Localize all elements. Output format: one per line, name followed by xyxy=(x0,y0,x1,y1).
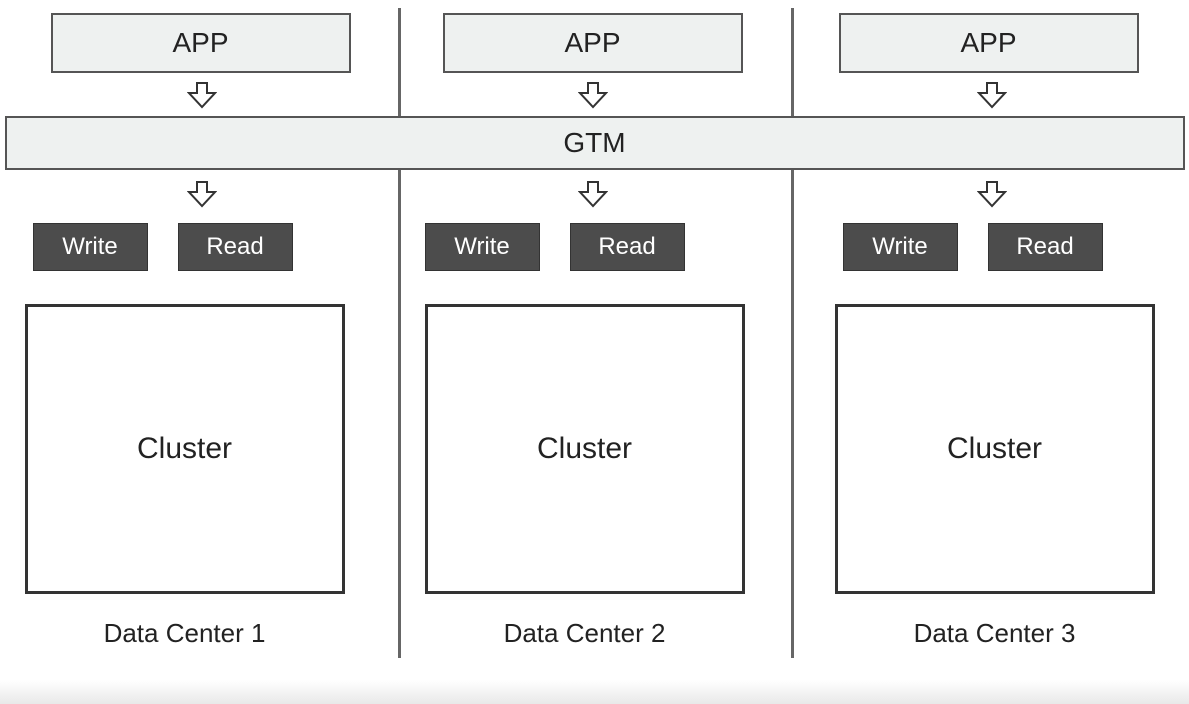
arrow-down-icon xyxy=(187,81,217,109)
app-box-dc2: APP xyxy=(443,13,743,73)
write-box: Write xyxy=(425,223,540,271)
app-box-dc1: APP xyxy=(51,13,351,73)
datacenter-label-3: Data Center 3 xyxy=(835,618,1155,649)
read-box: Read xyxy=(570,223,685,271)
app-label: APP xyxy=(960,27,1016,59)
write-box: Write xyxy=(843,223,958,271)
write-label: Write xyxy=(454,233,510,261)
arrow-down-icon xyxy=(578,180,608,208)
app-box-dc3: APP xyxy=(839,13,1139,73)
datacenter-label-1: Data Center 1 xyxy=(25,618,345,649)
read-label: Read xyxy=(206,233,263,261)
app-label: APP xyxy=(564,27,620,59)
read-label: Read xyxy=(1016,233,1073,261)
cluster-label: Cluster xyxy=(137,432,232,466)
read-box: Read xyxy=(988,223,1103,271)
datacenter-label-2: Data Center 2 xyxy=(425,618,745,649)
column-divider-1 xyxy=(398,8,401,658)
cluster-box-dc3: Cluster xyxy=(835,304,1155,594)
write-read-pair-dc2: Write Read xyxy=(425,223,685,271)
write-label: Write xyxy=(62,233,118,261)
read-box: Read xyxy=(178,223,293,271)
column-divider-2 xyxy=(791,8,794,658)
cluster-box-dc1: Cluster xyxy=(25,304,345,594)
arrow-down-icon xyxy=(977,81,1007,109)
write-box: Write xyxy=(33,223,148,271)
architecture-diagram: APP APP APP GTM Write Read Write Read Wr… xyxy=(5,8,1185,688)
arrow-down-icon xyxy=(578,81,608,109)
bottom-fade xyxy=(0,680,1189,704)
write-label: Write xyxy=(872,233,928,261)
cluster-label: Cluster xyxy=(537,432,632,466)
gtm-box: GTM xyxy=(5,116,1185,170)
read-label: Read xyxy=(598,233,655,261)
arrow-down-icon xyxy=(187,180,217,208)
write-read-pair-dc1: Write Read xyxy=(33,223,293,271)
cluster-label: Cluster xyxy=(947,432,1042,466)
app-label: APP xyxy=(172,27,228,59)
arrow-down-icon xyxy=(977,180,1007,208)
write-read-pair-dc3: Write Read xyxy=(843,223,1103,271)
cluster-box-dc2: Cluster xyxy=(425,304,745,594)
gtm-label: GTM xyxy=(563,127,625,159)
